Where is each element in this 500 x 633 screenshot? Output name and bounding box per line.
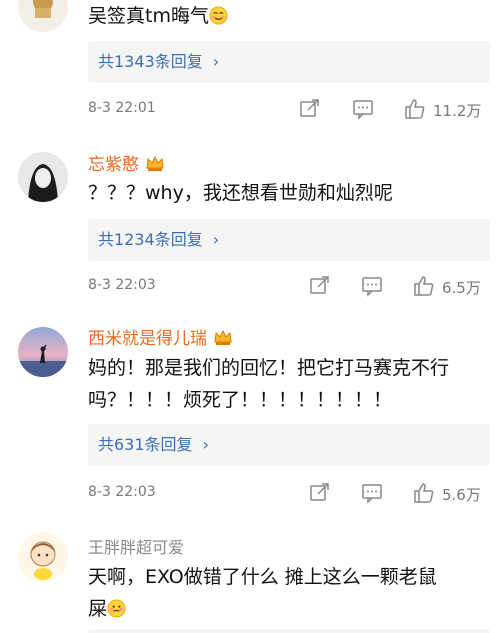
comment-meta: 8-3 22:01 11.2万 [88, 97, 500, 121]
comment-text: 妈的！那是我们的回忆！把它打马赛克不行 吗？！！！烦死了！！！！！！！！ [88, 357, 450, 411]
comment-icon[interactable] [360, 481, 384, 505]
avatar[interactable] [18, 327, 68, 377]
view-replies-button[interactable]: 共1234条回复 › [88, 219, 490, 261]
comment-meta: 8-3 22:03 6.5万 [88, 274, 500, 298]
shy-emoji-icon [107, 596, 126, 618]
share-icon[interactable] [298, 97, 322, 121]
vip-crown-icon [145, 153, 165, 173]
view-replies-button[interactable]: 共1343条回复 › [88, 41, 490, 83]
share-icon[interactable] [308, 481, 332, 505]
username[interactable]: 王胖胖超可爱 [88, 534, 184, 558]
timestamp: 8-3 22:03 [88, 277, 156, 293]
username[interactable]: 忘紫憨 [88, 150, 165, 175]
avatar[interactable] [18, 532, 68, 582]
username[interactable]: 西米就是得儿瑞 [88, 324, 233, 349]
like-count: 6.5万 [442, 279, 481, 297]
view-replies-button[interactable] [88, 629, 490, 633]
comment-text: 吴签真tm晦气 [88, 0, 490, 32]
timestamp: 8-3 22:03 [88, 484, 156, 500]
avatar[interactable] [18, 0, 68, 32]
comment-text: 天啊，EXO做错了什么 摊上这么一颗老鼠 屎 [88, 566, 437, 620]
share-icon[interactable] [308, 274, 332, 298]
like-count: 11.2万 [433, 102, 482, 120]
timestamp: 8-3 22:01 [88, 100, 156, 116]
avatar[interactable] [18, 152, 68, 202]
thumbs-up-icon[interactable] [412, 274, 436, 298]
vip-crown-icon [213, 327, 233, 347]
like-count: 5.6万 [442, 486, 481, 504]
chevron-right-icon: › [202, 435, 209, 454]
chevron-right-icon: › [212, 230, 220, 249]
comment-icon[interactable] [351, 97, 375, 121]
comment-icon[interactable] [360, 274, 384, 298]
thumbs-up-icon[interactable] [412, 481, 436, 505]
chevron-right-icon: › [212, 52, 220, 71]
smile-emoji-icon [209, 3, 228, 25]
comment-meta: 8-3 22:03 5.6万 [88, 481, 500, 505]
thumbs-up-icon[interactable] [403, 97, 427, 121]
view-replies-button[interactable]: 共631条回复 › [88, 424, 490, 466]
comment-text: ？？？why，我还想看世勋和灿烈呢 [88, 182, 393, 204]
